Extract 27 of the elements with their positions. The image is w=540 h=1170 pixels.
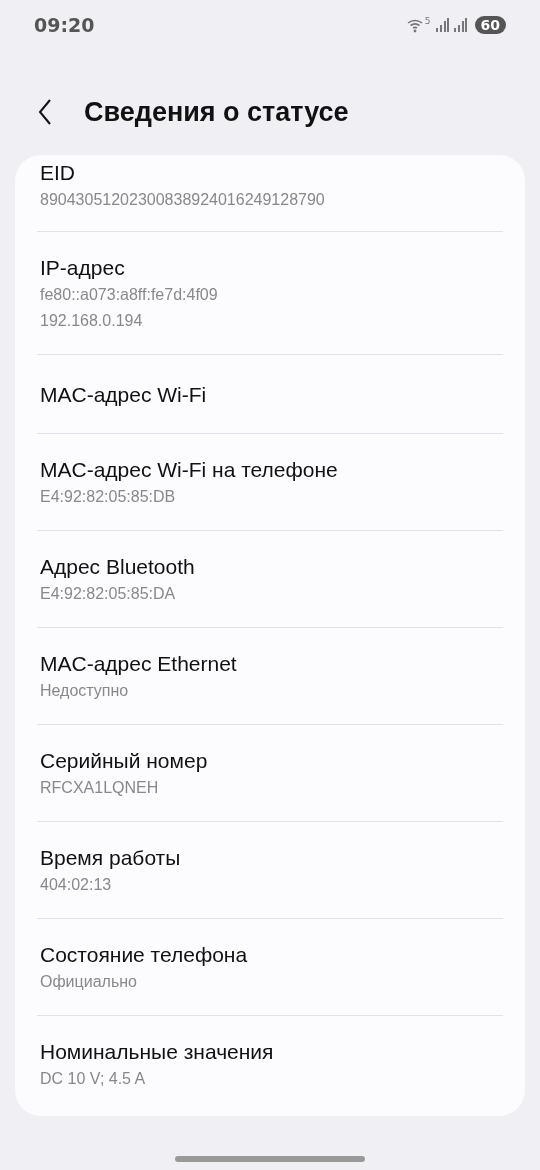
item-value: Недоступно [40, 681, 130, 701]
item-value: DC 10 V; 4.5 A [40, 1069, 147, 1089]
item-title: EID [40, 160, 76, 186]
item-title: IP-адрес [40, 255, 126, 281]
item-value: E4:92:82:05:85:DA [40, 584, 177, 604]
item-title: MAC-адрес Wi-Fi на телефоне [40, 457, 339, 483]
item-value: RFCXA1LQNEH [40, 778, 160, 798]
item-title: MAC-адрес Wi-Fi [40, 382, 208, 408]
battery-indicator: 60 [474, 16, 506, 34]
signal-icon [434, 18, 449, 32]
item-value: 404:02:13 [40, 875, 113, 895]
item-title: Состояние телефона [40, 942, 249, 968]
page-title: Сведения о статусе [84, 96, 349, 128]
wifi-band-label: 5 [424, 16, 431, 26]
item-value: 192.168.0.194 [40, 311, 144, 331]
item-title: Серийный номер [40, 748, 209, 774]
item-value: 89043051202300838924016249128790 [40, 190, 326, 210]
item-title: Номинальные значения [40, 1039, 275, 1065]
item-title: MAC-адрес Ethernet [40, 651, 238, 677]
item-value: E4:92:82:05:85:DB [40, 487, 177, 507]
item-value: fe80::a073:a8ff:fe7d:4f09 [40, 285, 219, 305]
wifi-icon [406, 17, 425, 33]
signal-icon [452, 18, 467, 32]
item-title: Адрес Bluetooth [40, 554, 196, 580]
item-title: Время работы [40, 845, 182, 871]
item-value: Официально [40, 972, 138, 992]
clock: 09:20 [34, 14, 95, 36]
